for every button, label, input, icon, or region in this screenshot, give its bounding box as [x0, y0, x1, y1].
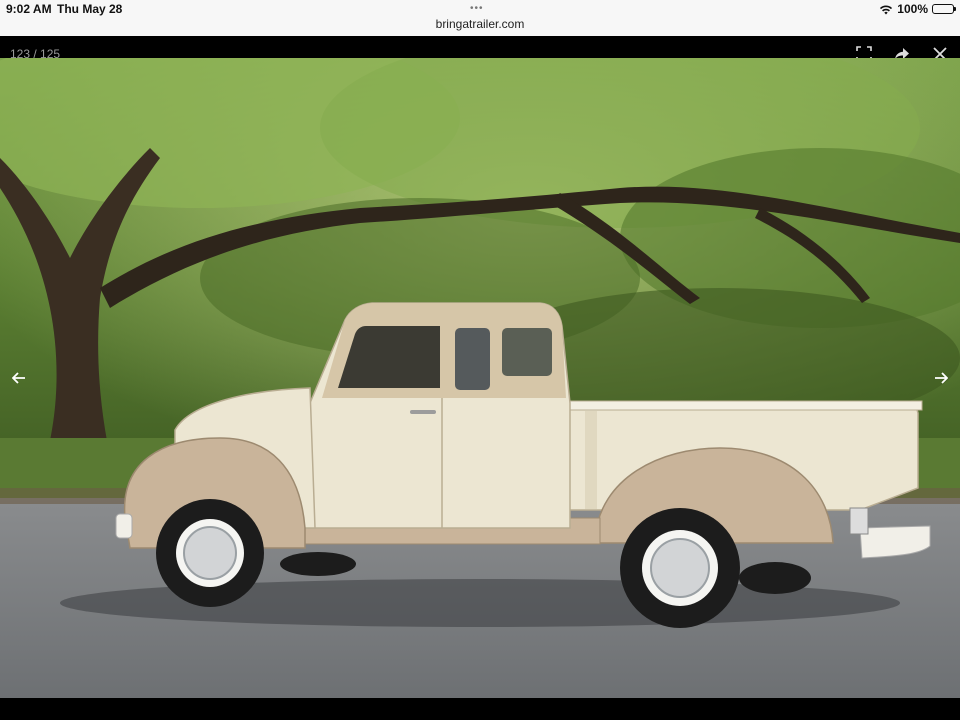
gallery-photo[interactable]: [0, 58, 960, 698]
wifi-icon: [880, 5, 893, 14]
battery-percent: 100%: [897, 2, 928, 16]
status-date: Thu May 28: [57, 2, 123, 16]
chevron-right-icon[interactable]: [930, 367, 952, 389]
image-viewer: 123 / 125: [0, 36, 960, 720]
status-right: 100%: [879, 2, 956, 16]
status-bar: 9:02 AM Thu May 28 ••• bringatrailer.com…: [0, 0, 960, 36]
browser-url[interactable]: bringatrailer.com: [0, 17, 960, 31]
chevron-left-icon[interactable]: [8, 367, 30, 389]
battery-icon: [932, 4, 956, 14]
multitask-dots[interactable]: •••: [470, 3, 484, 14]
status-time: 9:02 AM: [6, 2, 52, 16]
